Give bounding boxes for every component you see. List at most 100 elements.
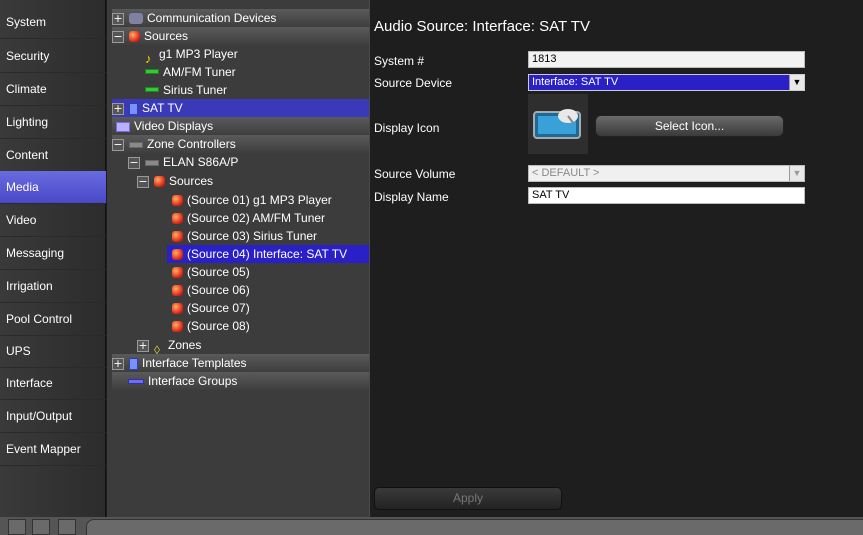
display-icon-preview (528, 94, 588, 154)
source-icon (172, 195, 183, 207)
tree-label: (Source 04) Interface: SAT TV (187, 247, 348, 261)
apply-button[interactable]: Apply (374, 487, 562, 510)
tree-label: (Source 05) (187, 265, 250, 279)
interface-icon (129, 102, 138, 115)
tree-node-source-03[interactable]: (Source 03) Sirius Tuner (172, 227, 317, 245)
source-icon (172, 231, 183, 243)
tree-node-mp3-player[interactable]: ♪ g1 MP3 Player (145, 45, 238, 66)
source-icon (129, 31, 140, 43)
tree-label: Video Displays (134, 119, 214, 133)
collapse-icon[interactable]: − (112, 30, 124, 43)
tree-node-zone-sources[interactable]: − Sources (137, 172, 213, 190)
tree-node-interface-groups[interactable]: Interface Groups (112, 372, 369, 390)
nav-item-interface[interactable]: Interface (0, 367, 106, 400)
nav-item-lighting[interactable]: Lighting (0, 106, 106, 139)
tree-node-source-01[interactable]: (Source 01) g1 MP3 Player (172, 191, 332, 209)
tree-label: Communication Devices (147, 11, 277, 25)
tree-label: Sirius Tuner (163, 83, 228, 97)
nav-item-input-output[interactable]: Input/Output (0, 400, 106, 433)
controller-icon (145, 159, 159, 166)
tree-label: Sources (169, 174, 214, 188)
tree-node-source-05[interactable]: (Source 05) (172, 263, 250, 281)
nav-item-content[interactable]: Content (0, 139, 106, 172)
source-volume-label: Source Volume (374, 167, 456, 181)
tree-node-source-04[interactable]: (Source 04) Interface: SAT TV (167, 245, 369, 263)
group-icon (128, 379, 144, 385)
system-number-field[interactable]: 1813 (528, 51, 805, 68)
dropdown-arrow-icon[interactable]: ▼ (789, 75, 804, 90)
tree-node-sirius-tuner[interactable]: Sirius Tuner (145, 81, 227, 99)
status-bar (0, 517, 863, 535)
tree-node-elan[interactable]: − ELAN S86A/P (128, 153, 238, 171)
nav-item-event-mapper[interactable]: Event Mapper (0, 433, 106, 466)
nav-item-pool-control[interactable]: Pool Control (0, 303, 106, 336)
tree-node-source-02[interactable]: (Source 02) AM/FM Tuner (172, 209, 325, 227)
tree-node-source-08[interactable]: (Source 08) (172, 317, 250, 335)
display-icon (116, 121, 130, 132)
zone-icon: ◊ (154, 342, 160, 357)
source-icon (172, 303, 183, 315)
tree-node-interface-templates[interactable]: + Interface Templates (112, 354, 369, 372)
tv-icon (533, 109, 581, 139)
tree-label: (Source 03) Sirius Tuner (187, 229, 318, 243)
main-nav: System Security Climate Lighting Content… (0, 0, 106, 517)
expand-icon[interactable]: + (112, 12, 124, 25)
tree-node-communication-devices[interactable]: + Communication Devices (112, 9, 369, 27)
source-device-value: Interface: SAT TV (532, 76, 619, 88)
expand-icon[interactable]: + (112, 102, 124, 115)
detail-panel: Audio Source: Interface: SAT TV System #… (369, 0, 863, 517)
nav-item-messaging[interactable]: Messaging (0, 237, 106, 270)
tree-label: Sources (144, 29, 189, 43)
tree-node-sat-tv[interactable]: + SAT TV (112, 99, 369, 117)
nav-item-media[interactable]: Media (0, 171, 106, 204)
dropdown-arrow-icon[interactable]: ▼ (789, 166, 804, 181)
nav-item-security[interactable]: Security (0, 40, 106, 73)
expand-icon[interactable]: + (137, 339, 149, 352)
collapse-icon[interactable]: − (137, 175, 149, 188)
controller-icon (129, 141, 143, 148)
system-number-label: System # (374, 54, 425, 68)
tree-label: (Source 02) AM/FM Tuner (187, 211, 326, 225)
template-icon (129, 357, 138, 370)
tree-label: (Source 08) (187, 319, 250, 333)
tree-label: SAT TV (142, 101, 183, 115)
tree-label: (Source 01) g1 MP3 Player (187, 193, 332, 207)
tree-label: ELAN S86A/P (163, 155, 239, 169)
tree-label: Zone Controllers (147, 137, 236, 151)
source-volume-select[interactable]: < DEFAULT > ▼ (528, 165, 805, 182)
tuner-icon (145, 87, 159, 93)
tree-node-zone-controllers[interactable]: − Zone Controllers (112, 135, 369, 153)
tree-label: AM/FM Tuner (163, 65, 236, 79)
tree-label: Interface Groups (148, 374, 238, 388)
tree-node-source-07[interactable]: (Source 07) (172, 299, 250, 317)
nav-item-climate[interactable]: Climate (0, 73, 106, 106)
status-box (8, 519, 26, 535)
source-icon (172, 321, 183, 333)
collapse-icon[interactable]: − (112, 138, 124, 151)
device-tree: + Communication Devices − Sources ♪ g1 MP3 … (107, 0, 369, 517)
source-icon (172, 249, 183, 261)
nav-item-irrigation[interactable]: Irrigation (0, 270, 106, 303)
nav-item-system[interactable]: System (0, 6, 106, 39)
status-box (32, 519, 50, 535)
source-icon (172, 213, 183, 225)
source-device-select[interactable]: Interface: SAT TV ▼ (528, 74, 805, 91)
tree-node-source-06[interactable]: (Source 06) (172, 281, 250, 299)
tree-label: Zones (168, 338, 202, 352)
expand-icon[interactable]: + (112, 357, 124, 370)
communication-icon (129, 13, 143, 25)
display-icon-label: Display Icon (374, 121, 440, 135)
tree-node-zones[interactable]: + ◊ Zones (137, 336, 202, 357)
tree-node-sources[interactable]: − Sources (112, 27, 369, 45)
tree-node-video-displays[interactable]: Video Displays (112, 117, 369, 135)
source-volume-value: < DEFAULT > (532, 167, 600, 179)
display-name-field[interactable]: SAT TV (528, 187, 805, 204)
display-name-label: Display Name (374, 190, 449, 204)
select-icon-button[interactable]: Select Icon... (595, 115, 784, 137)
collapse-icon[interactable]: − (128, 156, 140, 169)
source-icon (172, 285, 183, 297)
nav-item-ups[interactable]: UPS (0, 335, 106, 368)
tree-node-amfm-tuner[interactable]: AM/FM Tuner (145, 63, 236, 81)
nav-item-video[interactable]: Video (0, 204, 106, 237)
tree-label: Interface Templates (142, 356, 247, 370)
